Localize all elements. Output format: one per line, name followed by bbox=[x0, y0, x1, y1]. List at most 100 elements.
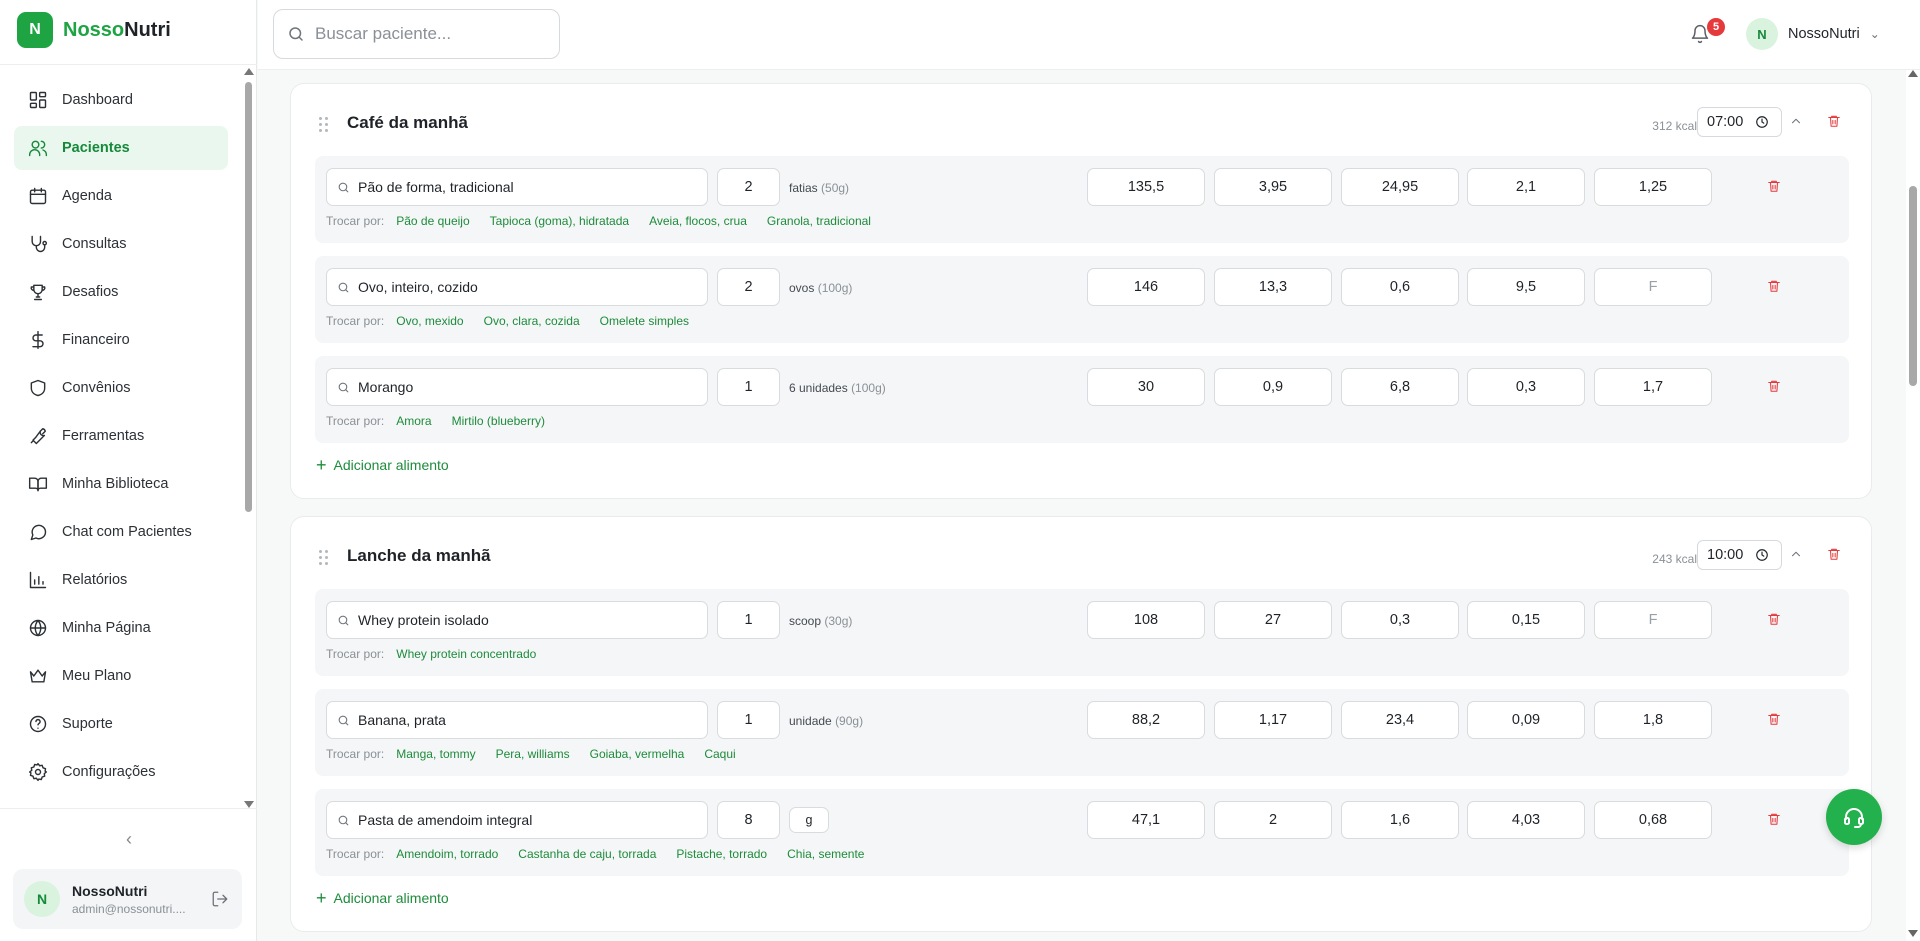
fiber-field[interactable]: 1,25 bbox=[1594, 168, 1712, 206]
brand[interactable]: N NossoNutri bbox=[17, 12, 171, 48]
fat-field[interactable]: 4,03 bbox=[1467, 801, 1585, 839]
swap-option[interactable]: Amora bbox=[396, 414, 431, 428]
swap-option[interactable]: Whey protein concentrado bbox=[396, 647, 536, 661]
sidebar-item-ferramentas[interactable]: Ferramentas bbox=[14, 414, 228, 458]
delete-meal-button[interactable] bbox=[1827, 114, 1841, 128]
swap-option[interactable]: Chia, semente bbox=[787, 847, 864, 861]
scrollbar-thumb[interactable] bbox=[245, 82, 252, 512]
unit-select[interactable]: g bbox=[789, 807, 829, 833]
swap-option[interactable]: Amendoim, torrado bbox=[396, 847, 498, 861]
swap-option[interactable]: Goiaba, vermelha bbox=[590, 747, 685, 761]
sidebar-item-minha-pagina[interactable]: Minha Página bbox=[14, 606, 228, 650]
sidebar-item-consultas[interactable]: Consultas bbox=[14, 222, 228, 266]
delete-meal-button[interactable] bbox=[1827, 547, 1841, 561]
delete-food-button[interactable] bbox=[1767, 279, 1781, 293]
drag-handle-icon[interactable] bbox=[319, 117, 329, 133]
swap-option[interactable]: Pão de queijo bbox=[396, 214, 469, 228]
swap-option[interactable]: Mirtilo (blueberry) bbox=[452, 414, 545, 428]
food-search-field[interactable]: Whey protein isolado bbox=[326, 601, 708, 639]
carbs-field[interactable]: 23,4 bbox=[1341, 701, 1459, 739]
swap-option[interactable]: Caqui bbox=[704, 747, 735, 761]
carbs-field[interactable]: 0,6 bbox=[1341, 268, 1459, 306]
quantity-input[interactable]: 1 bbox=[717, 701, 780, 739]
carbs-field[interactable]: 6,8 bbox=[1341, 368, 1459, 406]
sidebar-item-agenda[interactable]: Agenda bbox=[14, 174, 228, 218]
quantity-input[interactable]: 2 bbox=[717, 268, 780, 306]
kcal-field[interactable]: 88,2 bbox=[1087, 701, 1205, 739]
main-scrollbar[interactable] bbox=[1906, 70, 1920, 941]
user-menu[interactable]: N NossoNutri ⌄ bbox=[1746, 18, 1880, 50]
drag-handle-icon[interactable] bbox=[319, 550, 329, 566]
sidebar-item-chat-com-pacientes[interactable]: Chat com Pacientes bbox=[14, 510, 228, 554]
swap-option[interactable]: Tapioca (goma), hidratada bbox=[490, 214, 629, 228]
scroll-down-arrow-icon[interactable] bbox=[1908, 930, 1918, 937]
sidebar-item-suporte[interactable]: Suporte bbox=[14, 702, 228, 746]
swap-option[interactable]: Manga, tommy bbox=[396, 747, 475, 761]
kcal-field[interactable]: 47,1 bbox=[1087, 801, 1205, 839]
meal-time-input[interactable]: 07:00 bbox=[1697, 107, 1782, 137]
protein-field[interactable]: 0,9 bbox=[1214, 368, 1332, 406]
collapse-meal-button[interactable] bbox=[1789, 547, 1803, 561]
swap-option[interactable]: Castanha de caju, torrada bbox=[518, 847, 656, 861]
kcal-field[interactable]: 146 bbox=[1087, 268, 1205, 306]
delete-food-button[interactable] bbox=[1767, 612, 1781, 626]
protein-field[interactable]: 3,95 bbox=[1214, 168, 1332, 206]
quantity-input[interactable]: 1 bbox=[717, 368, 780, 406]
fat-field[interactable]: 2,1 bbox=[1467, 168, 1585, 206]
sidebar-item-relatorios[interactable]: Relatórios bbox=[14, 558, 228, 602]
fiber-field[interactable]: F bbox=[1594, 268, 1712, 306]
food-search-field[interactable]: Pão de forma, tradicional bbox=[326, 168, 708, 206]
logout-button[interactable] bbox=[211, 890, 229, 908]
carbs-field[interactable]: 1,6 bbox=[1341, 801, 1459, 839]
fiber-field[interactable]: 1,8 bbox=[1594, 701, 1712, 739]
delete-food-button[interactable] bbox=[1767, 379, 1781, 393]
protein-field[interactable]: 27 bbox=[1214, 601, 1332, 639]
swap-option[interactable]: Omelete simples bbox=[600, 314, 689, 328]
quantity-input[interactable]: 1 bbox=[717, 601, 780, 639]
protein-field[interactable]: 2 bbox=[1214, 801, 1332, 839]
swap-option[interactable]: Pera, williams bbox=[496, 747, 570, 761]
scrollbar-thumb[interactable] bbox=[1909, 186, 1917, 386]
fat-field[interactable]: 0,3 bbox=[1467, 368, 1585, 406]
swap-option[interactable]: Ovo, mexido bbox=[396, 314, 463, 328]
protein-field[interactable]: 13,3 bbox=[1214, 268, 1332, 306]
swap-option[interactable]: Ovo, clara, cozida bbox=[484, 314, 580, 328]
kcal-field[interactable]: 135,5 bbox=[1087, 168, 1205, 206]
sidebar-item-desafios[interactable]: Desafios bbox=[14, 270, 228, 314]
add-food-button[interactable]: + Adicionar alimento bbox=[316, 456, 449, 474]
delete-food-button[interactable] bbox=[1767, 812, 1781, 826]
food-search-field[interactable]: Pasta de amendoim integral bbox=[326, 801, 708, 839]
delete-food-button[interactable] bbox=[1767, 712, 1781, 726]
sidebar-item-pacientes[interactable]: Pacientes bbox=[14, 126, 228, 170]
sidebar-item-minha-biblioteca[interactable]: Minha Biblioteca bbox=[14, 462, 228, 506]
fiber-field[interactable]: F bbox=[1594, 601, 1712, 639]
kcal-field[interactable]: 108 bbox=[1087, 601, 1205, 639]
fiber-field[interactable]: 1,7 bbox=[1594, 368, 1712, 406]
fiber-field[interactable]: 0,68 bbox=[1594, 801, 1712, 839]
food-search-field[interactable]: Ovo, inteiro, cozido bbox=[326, 268, 708, 306]
add-food-button[interactable]: + Adicionar alimento bbox=[316, 889, 449, 907]
sidebar-item-financeiro[interactable]: Financeiro bbox=[14, 318, 228, 362]
swap-option[interactable]: Pistache, torrado bbox=[676, 847, 767, 861]
sidebar-scrollbar[interactable] bbox=[244, 68, 254, 808]
sidebar-item-meu-plano[interactable]: Meu Plano bbox=[14, 654, 228, 698]
fat-field[interactable]: 0,09 bbox=[1467, 701, 1585, 739]
sidebar-item-convenios[interactable]: Convênios bbox=[14, 366, 228, 410]
support-chat-button[interactable] bbox=[1826, 789, 1882, 845]
collapse-sidebar-button[interactable]: ‹ bbox=[120, 829, 138, 849]
swap-option[interactable]: Granola, tradicional bbox=[767, 214, 871, 228]
protein-field[interactable]: 1,17 bbox=[1214, 701, 1332, 739]
scroll-up-arrow-icon[interactable] bbox=[1908, 70, 1918, 77]
sidebar-item-dashboard[interactable]: Dashboard bbox=[14, 78, 228, 122]
kcal-field[interactable]: 30 bbox=[1087, 368, 1205, 406]
patient-search[interactable] bbox=[273, 9, 560, 59]
scroll-up-arrow-icon[interactable] bbox=[244, 68, 254, 75]
search-input[interactable] bbox=[315, 24, 545, 44]
meal-time-input[interactable]: 10:00 bbox=[1697, 540, 1782, 570]
quantity-input[interactable]: 2 bbox=[717, 168, 780, 206]
carbs-field[interactable]: 0,3 bbox=[1341, 601, 1459, 639]
fat-field[interactable]: 0,15 bbox=[1467, 601, 1585, 639]
carbs-field[interactable]: 24,95 bbox=[1341, 168, 1459, 206]
collapse-meal-button[interactable] bbox=[1789, 114, 1803, 128]
fat-field[interactable]: 9,5 bbox=[1467, 268, 1585, 306]
